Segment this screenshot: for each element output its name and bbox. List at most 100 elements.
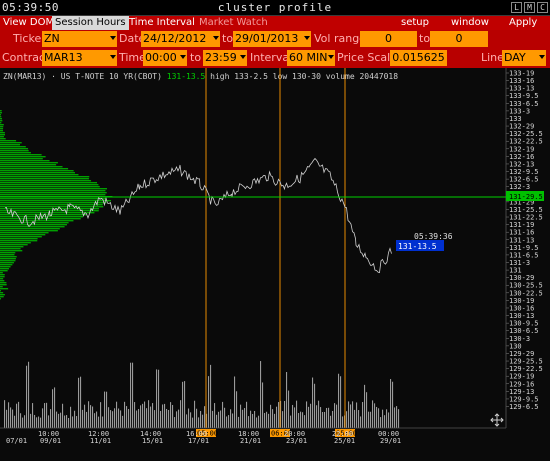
volume-bar (168, 410, 170, 428)
volume-bar (342, 416, 344, 428)
price-chart[interactable]: 05:00 06:00 05:00 133-19133-16133-13133-9.… (0, 0, 550, 461)
volume-bar (160, 410, 162, 428)
volume-bar (266, 411, 268, 428)
volume-bar (42, 408, 44, 428)
volume-bar (382, 409, 384, 428)
volume-bar (328, 407, 330, 428)
volume-bar (224, 407, 226, 428)
volume-profile-bar (0, 234, 46, 236)
volume-bar (198, 417, 200, 428)
volume-bar (238, 416, 240, 428)
volume-bar (332, 410, 334, 428)
volume-bar (360, 416, 362, 428)
volume-bar (188, 408, 190, 428)
volume-profile-bar (0, 130, 4, 132)
volume-bar (298, 413, 300, 428)
volume-bar (94, 413, 96, 428)
price-axis-label: 129-6.5 (509, 403, 539, 411)
volume-bar (58, 413, 60, 428)
volume-profile-bar (0, 264, 13, 266)
volume-profile-bar (0, 124, 4, 126)
volume-bar (324, 411, 326, 428)
volume-bar (8, 402, 10, 428)
volume-bar (182, 381, 184, 428)
volume-bar (112, 411, 114, 428)
volume-bar (72, 416, 74, 428)
volume-profile-bar (0, 174, 79, 176)
volume-profile-bar (0, 186, 100, 188)
volume-bar (30, 413, 32, 428)
volume-profile-bar (0, 132, 5, 134)
volume-bar (358, 410, 360, 428)
volume-bar (310, 403, 312, 428)
volume-bar (134, 402, 136, 428)
volume-bar (130, 362, 132, 428)
volume-profile-bar (0, 250, 23, 252)
volume-bar (62, 403, 64, 428)
volume-profile-bar (0, 266, 11, 268)
volume-bar (180, 400, 182, 428)
volume-bar (262, 382, 264, 428)
volume-bar (362, 402, 364, 428)
volume-bar (308, 406, 310, 428)
volume-bar (370, 411, 372, 428)
volume-profile-bar (0, 268, 9, 270)
volume-bar (16, 403, 18, 428)
volume-bar (376, 406, 378, 428)
volume-bar (260, 361, 262, 428)
volume-bar (54, 387, 56, 428)
volume-bar (150, 406, 152, 428)
volume-bar (66, 415, 68, 428)
volume-bar (254, 410, 256, 428)
volume-profile-bar (0, 290, 1, 292)
volume-profile-bar (0, 270, 8, 272)
volume-bar (302, 412, 304, 428)
volume-profile-bar (0, 292, 4, 294)
volume-bar (184, 381, 186, 428)
volume-bar (340, 376, 342, 428)
volume-bar (104, 391, 106, 428)
volume-bar (228, 415, 230, 428)
volume-bar (276, 406, 278, 428)
volume-profile-bar (0, 244, 28, 246)
volume-bar (292, 404, 294, 428)
volume-bar (106, 391, 108, 428)
volume-profile-bar (0, 190, 106, 192)
volume-bar (284, 400, 286, 428)
date-axis-label: 07/01 (6, 437, 27, 445)
volume-bar (70, 406, 72, 428)
volume-profile-bar (0, 118, 2, 120)
volume-profile-bar (0, 260, 16, 262)
move-icon[interactable] (490, 413, 504, 427)
volume-bar (268, 413, 270, 428)
volume-bar (114, 408, 116, 428)
volume-bar (390, 379, 392, 428)
volume-profile-bar (0, 110, 2, 112)
volume-bar (234, 376, 236, 428)
date-axis-label: 15/01 (142, 437, 163, 445)
volume-bar (250, 410, 252, 428)
volume-bar (296, 400, 298, 428)
volume-bar (60, 412, 62, 428)
volume-profile-bar (0, 126, 4, 128)
volume-profile-bar (0, 256, 17, 258)
volume-profile-bar (0, 232, 49, 234)
volume-bar (92, 406, 94, 428)
volume-bar (74, 410, 76, 428)
volume-bar (368, 411, 370, 428)
volume-bar (158, 369, 160, 428)
volume-profile-bar (0, 236, 42, 238)
volume-bar (330, 415, 332, 428)
date-axis-label: 09/01 (40, 437, 61, 445)
volume-bar (306, 401, 308, 428)
volume-profile-bar (0, 240, 38, 242)
volume-bar (24, 415, 26, 428)
volume-profile-bar (0, 122, 2, 124)
volume-bar (242, 409, 244, 428)
volume-bar (200, 410, 202, 428)
volume-bar (46, 402, 48, 428)
volume-bar (86, 411, 88, 428)
volume-bar (230, 409, 232, 428)
volume-bar (372, 400, 374, 428)
date-axis-label: 17/01 (188, 437, 209, 445)
